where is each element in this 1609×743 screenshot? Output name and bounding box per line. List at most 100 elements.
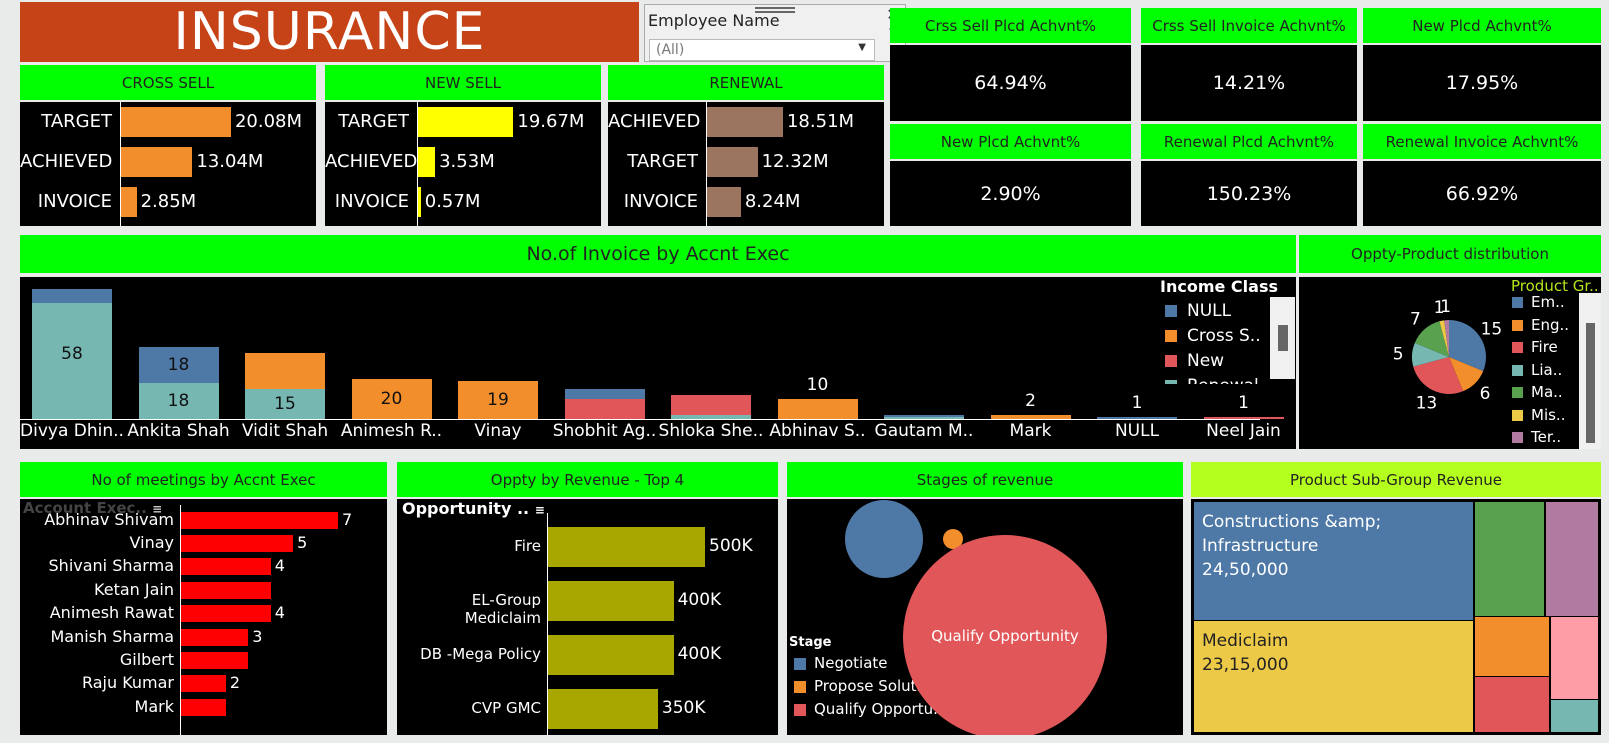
kpi-card-crss-sell-plcd: 64.94% xyxy=(890,45,1131,121)
bar-segment[interactable] xyxy=(777,399,858,419)
bar[interactable] xyxy=(418,147,436,177)
bar-segment[interactable] xyxy=(671,395,751,415)
legend-item-renewal[interactable]: Renewal xyxy=(1165,376,1259,384)
legend-item-negotiate[interactable]: Negotiate xyxy=(794,654,888,672)
bar-label: Manish Sharma xyxy=(50,626,174,646)
legend-scrollbar[interactable] xyxy=(1270,297,1295,379)
sort-icon[interactable]: ≡ xyxy=(535,503,545,517)
stages-header: Stages of revenue xyxy=(787,462,1183,497)
legend-item[interactable]: Mis.. xyxy=(1512,406,1565,424)
legend-item-cross-sell[interactable]: Cross S.. xyxy=(1165,326,1261,346)
value-label: 13.04M xyxy=(196,151,264,172)
tile-value: 23,15,000 xyxy=(1202,655,1289,675)
invoice-chart: Income Class NULL Cross S.. New Renewal … xyxy=(20,277,1296,449)
treemap-header: Product Sub-Group Revenue xyxy=(1191,462,1601,497)
treemap-tile[interactable] xyxy=(1551,700,1598,732)
legend-label: Ma.. xyxy=(1531,383,1563,401)
value-label: 350K xyxy=(661,697,706,718)
bar[interactable] xyxy=(707,147,758,177)
x-tick-label: NULL xyxy=(1114,421,1160,441)
pie-value-label: 13 xyxy=(1416,394,1438,414)
data-label: 18 xyxy=(167,355,190,375)
scrollbar-thumb[interactable] xyxy=(1278,325,1288,351)
bar[interactable] xyxy=(548,635,674,675)
bar[interactable] xyxy=(181,605,271,623)
meetings-chart: Account Exec.. ≡ Abhinav Shivam 7 Vinay 5 Sh… xyxy=(20,499,387,735)
new-sell-chart: TARGET 19.67M ACHIEVED 3.53M INVOICE 0.57M xyxy=(325,102,601,226)
bar[interactable] xyxy=(181,698,226,716)
bar[interactable] xyxy=(548,689,658,729)
bar-label: INVOICE xyxy=(37,191,112,212)
bar-segment[interactable] xyxy=(564,399,645,419)
legend-swatch xyxy=(1512,387,1523,398)
legend-item[interactable]: Em.. xyxy=(1512,293,1565,311)
legend-item[interactable]: Fire xyxy=(1512,338,1558,356)
legend-item-qualify[interactable]: Qualify Opportu.. xyxy=(794,700,943,718)
bar[interactable] xyxy=(121,107,231,137)
tile-value: 24,50,000 xyxy=(1202,560,1289,580)
value-label: 4 xyxy=(274,556,285,576)
bar[interactable] xyxy=(548,527,705,567)
employee-select-value: (All) xyxy=(656,42,685,58)
bar-label: EL-Group Mediclaim xyxy=(464,591,541,628)
legend-swatch xyxy=(1512,409,1523,421)
bar-label: Abhinav Shivam xyxy=(44,509,174,529)
bar[interactable] xyxy=(181,628,249,646)
meetings-chart-header: No of meetings by Accnt Exec xyxy=(20,462,387,497)
treemap-tile[interactable]: Mediclaim 23,15,000 xyxy=(1194,621,1473,732)
x-tick-label: Divya Dhin.. xyxy=(20,421,124,441)
value-label: 2.85M xyxy=(140,191,197,212)
treemap-tile[interactable] xyxy=(1551,617,1598,699)
bar[interactable] xyxy=(181,558,271,576)
treemap-tile[interactable] xyxy=(1475,502,1544,616)
value-label: 4 xyxy=(274,603,285,623)
bar[interactable] xyxy=(181,534,294,552)
legend-item[interactable]: Lia.. xyxy=(1512,361,1562,379)
employee-select[interactable]: (All) ▼ xyxy=(649,39,875,61)
pie-value-label: 1 xyxy=(1440,297,1451,317)
bar[interactable] xyxy=(121,187,137,217)
bar-segment[interactable] xyxy=(564,389,645,399)
renewal-header: RENEWAL xyxy=(608,65,884,100)
bar[interactable] xyxy=(181,511,338,529)
x-tick-label: Shloka She.. xyxy=(658,421,764,441)
value-label: 400K xyxy=(677,643,722,664)
value-label: 3 xyxy=(252,626,263,646)
treemap-tile[interactable] xyxy=(1475,677,1549,732)
legend-label: Ter.. xyxy=(1531,428,1562,446)
treemap-tile[interactable]: Constructions &amp; Infrastructure 24,50,… xyxy=(1194,502,1473,620)
bar-label: Fire xyxy=(514,537,541,556)
bar-label: CVP GMC xyxy=(471,699,541,718)
bar[interactable] xyxy=(418,107,514,137)
bar[interactable] xyxy=(707,187,741,217)
bar[interactable] xyxy=(181,581,271,599)
kpi-value: 150.23% xyxy=(1206,182,1292,205)
legend-item[interactable]: Ma.. xyxy=(1512,383,1563,401)
legend-item-null[interactable]: NULL xyxy=(1165,301,1231,321)
chevron-down-icon[interactable]: ▼ xyxy=(858,42,866,53)
treemap-tile[interactable] xyxy=(1475,617,1549,676)
bar-segment[interactable] xyxy=(32,289,112,303)
bar-label: INVOICE xyxy=(334,191,409,212)
bar[interactable] xyxy=(707,107,783,137)
employee-filter[interactable]: Employee Name (All) ▼ ✕ ▼ xyxy=(644,4,906,62)
kpi-card-renewal-plcd: 150.23% xyxy=(1141,161,1357,226)
bar-label: Ketan Jain xyxy=(94,579,174,599)
bar-segment[interactable] xyxy=(884,415,964,417)
bar[interactable] xyxy=(181,675,226,693)
bar[interactable] xyxy=(181,651,249,669)
bar-segment[interactable] xyxy=(245,353,325,389)
kpi-card-new-plcd-2: 2.90% xyxy=(890,161,1131,226)
dashboard-title: INSURANCE xyxy=(20,2,639,62)
kpi-header-crss-sell-plcd: Crss Sell Plcd Achvnt% xyxy=(890,8,1131,43)
bar[interactable] xyxy=(418,187,421,217)
legend-item-new[interactable]: New xyxy=(1165,351,1224,371)
bar[interactable] xyxy=(548,581,674,621)
legend-swatch xyxy=(1512,297,1523,308)
bar[interactable] xyxy=(121,147,193,177)
bubble-negotiate[interactable] xyxy=(845,500,923,578)
legend-item[interactable]: Ter.. xyxy=(1512,428,1561,446)
treemap-tile[interactable] xyxy=(1546,502,1598,616)
legend-item[interactable]: Eng.. xyxy=(1512,316,1569,334)
kpi-card-crss-sell-invoice: 14.21% xyxy=(1141,45,1357,121)
